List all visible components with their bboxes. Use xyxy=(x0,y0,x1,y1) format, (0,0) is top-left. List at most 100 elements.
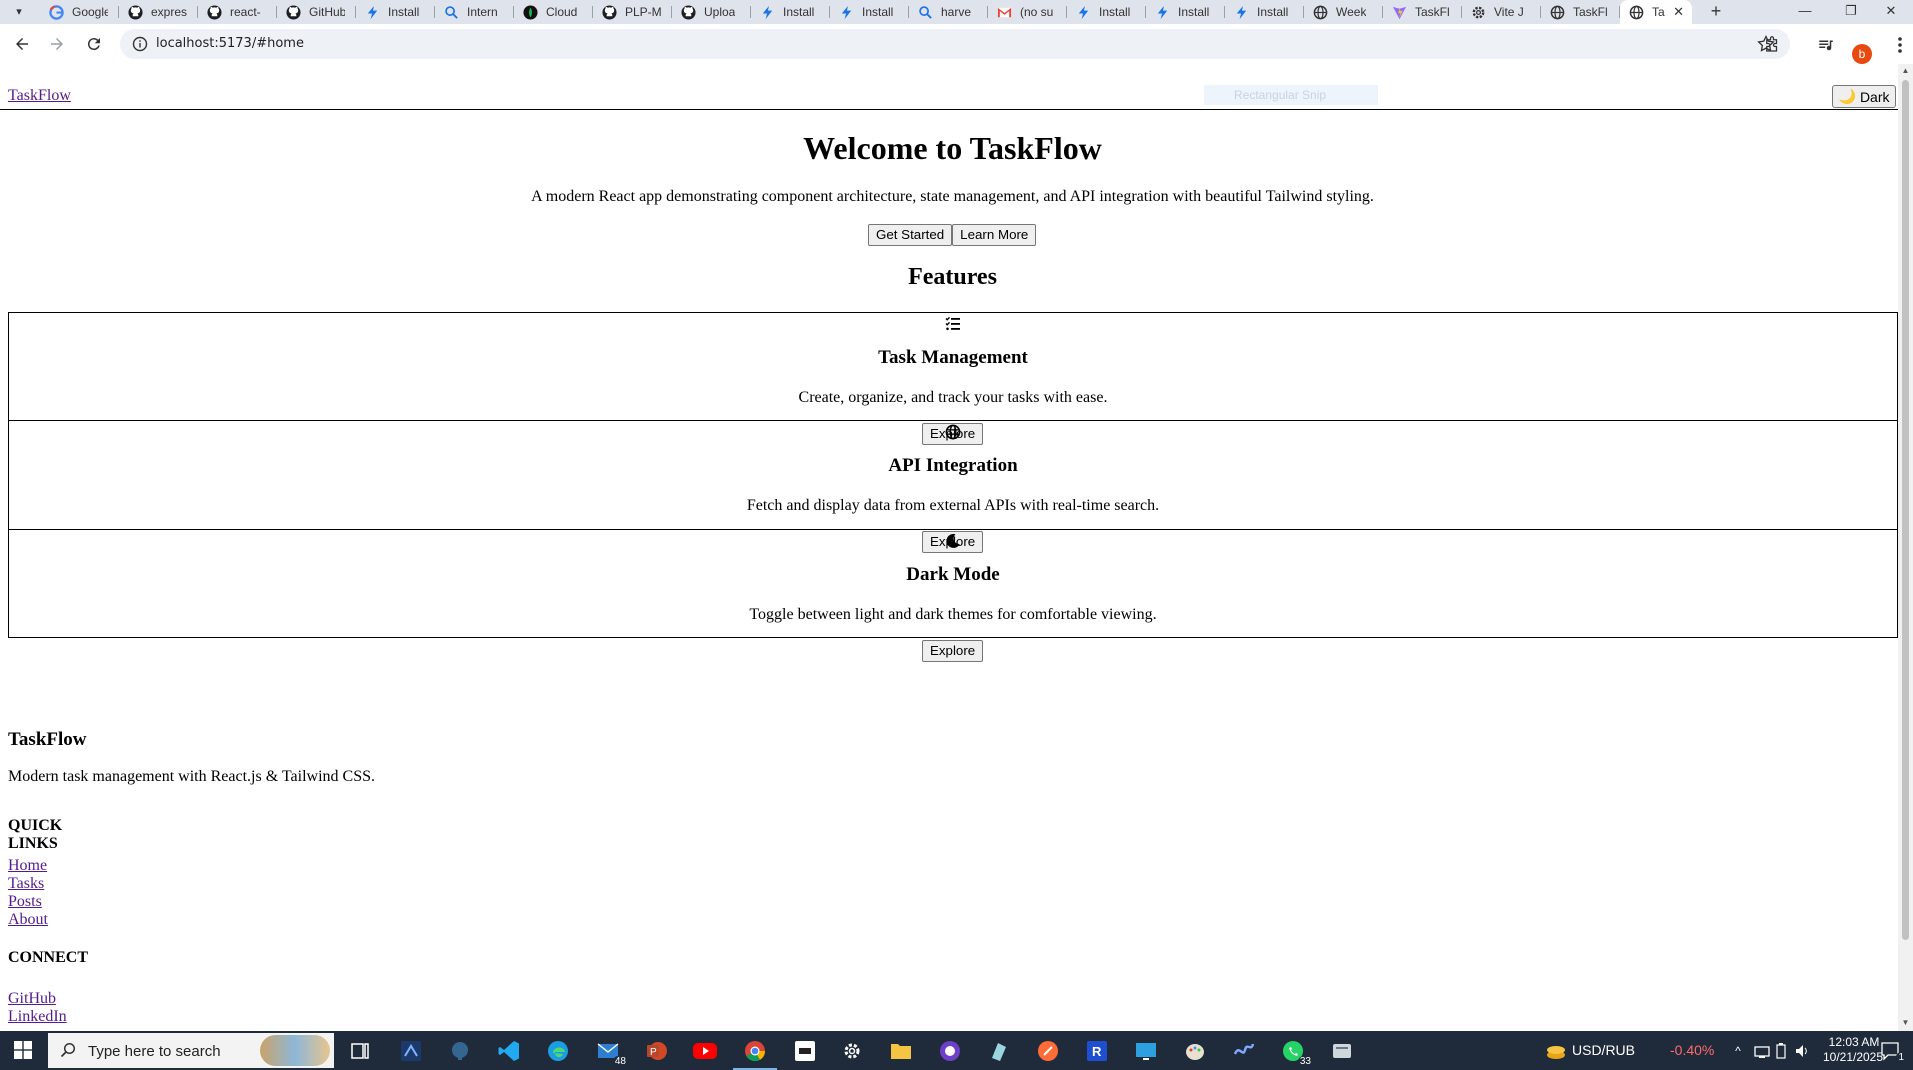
footer-link-github[interactable]: GitHub xyxy=(8,990,56,1008)
network-icon[interactable] xyxy=(1753,1039,1771,1063)
browser-tab[interactable]: TaskFl xyxy=(1541,0,1620,24)
browser-tab-title: Ta xyxy=(1652,5,1665,19)
browser-tab[interactable]: PLP-M xyxy=(593,0,672,24)
brand-link[interactable]: TaskFlow xyxy=(8,87,71,105)
clock-time[interactable]: 12:03 AM xyxy=(1824,1035,1884,1050)
browser-tab[interactable]: react- xyxy=(198,0,277,24)
youtube-icon[interactable] xyxy=(693,1039,717,1063)
footer-link-home[interactable]: Home xyxy=(8,857,47,875)
tray-overflow-chevron-icon[interactable]: ^ xyxy=(1731,1039,1745,1063)
explore-button-dark-mode[interactable]: Explore xyxy=(922,640,984,662)
browser-menu-button[interactable] xyxy=(1889,34,1911,56)
whatsapp-icon[interactable]: 33 xyxy=(1281,1039,1313,1067)
media-controls-button[interactable] xyxy=(1815,34,1837,56)
search-icon xyxy=(917,4,933,20)
reload-icon xyxy=(87,38,100,51)
browser-tab[interactable]: Install xyxy=(356,0,435,24)
tab-close-icon[interactable]: ✕ xyxy=(1673,5,1684,19)
tab-search-chevron-icon[interactable]: ▾ xyxy=(10,3,28,21)
get-started-button[interactable]: Get Started xyxy=(868,224,953,246)
browser-tab[interactable]: GitHub xyxy=(277,0,356,24)
chrome-icon[interactable] xyxy=(733,1039,777,1070)
vite-icon xyxy=(1391,4,1407,20)
notifications-icon[interactable]: 1 xyxy=(1878,1039,1906,1063)
github-desktop-icon[interactable] xyxy=(938,1039,962,1063)
app-icon-teal[interactable] xyxy=(987,1039,1011,1063)
taskbar-search-box[interactable]: Type here to search xyxy=(48,1033,334,1068)
app-icon-gray[interactable] xyxy=(1330,1039,1354,1063)
scrollbar-thumb[interactable] xyxy=(1902,80,1909,940)
browser-tab-active[interactable]: Ta ✕ xyxy=(1620,0,1692,24)
battery-icon[interactable] xyxy=(1774,1039,1788,1063)
browser-tab[interactable]: Uploa xyxy=(672,0,751,24)
page-scrollbar[interactable]: ▲ ▼ xyxy=(1898,64,1913,1031)
browser-tab[interactable]: express xyxy=(119,0,198,24)
browser-tab[interactable]: Install xyxy=(1225,0,1304,24)
reload-button[interactable] xyxy=(82,32,106,56)
footer-link-about[interactable]: About xyxy=(8,911,48,929)
powerpoint-icon[interactable]: P xyxy=(645,1039,669,1063)
tab-list: Google express react- GitHub Install Intern Cl… xyxy=(40,0,1692,24)
browser-tab[interactable]: Install xyxy=(1146,0,1225,24)
address-bar[interactable]: localhost:5173/#home xyxy=(120,29,1790,59)
browser-tab[interactable]: Week xyxy=(1304,0,1383,24)
browser-tab[interactable]: TaskFl xyxy=(1383,0,1462,24)
app-icon-blue[interactable] xyxy=(399,1039,423,1063)
github-icon xyxy=(127,4,143,20)
file-explorer-icon[interactable] xyxy=(889,1039,913,1063)
currency-change[interactable]: -0.40% xyxy=(1670,1042,1714,1058)
postman-icon[interactable] xyxy=(1036,1039,1060,1063)
browser-tab-title: Week xyxy=(1336,5,1367,19)
vscode-icon[interactable] xyxy=(497,1039,521,1063)
postgres-icon[interactable] xyxy=(448,1039,472,1063)
browser-tab[interactable]: Install xyxy=(1067,0,1146,24)
profile-avatar[interactable]: b xyxy=(1852,44,1872,64)
mail-icon[interactable]: 48 xyxy=(596,1039,628,1067)
dark-mode-toggle-label: Dark xyxy=(1859,88,1890,105)
browser-tab[interactable]: Vite J xyxy=(1462,0,1541,24)
browser-tab[interactable]: Intern xyxy=(435,0,514,24)
browser-tab-title: GitHub xyxy=(309,5,345,19)
app-header: TaskFlow Rectangular Snip 🌙 Dark xyxy=(0,64,1898,110)
footer-link-posts[interactable]: Posts xyxy=(8,893,42,911)
scroll-up-arrow-icon[interactable]: ▲ xyxy=(1901,66,1910,75)
volume-icon[interactable] xyxy=(1794,1039,1812,1063)
footer-link-linkedin[interactable]: LinkedIn xyxy=(8,1008,67,1026)
extensions-button[interactable] xyxy=(1761,34,1783,56)
paint-icon[interactable] xyxy=(1183,1039,1207,1063)
currency-pair[interactable]: USD/RUB xyxy=(1572,1042,1635,1058)
back-button[interactable] xyxy=(10,32,34,56)
app-icon-white[interactable] xyxy=(793,1039,817,1063)
site-info-icon[interactable] xyxy=(132,36,148,52)
restore-button[interactable]: ❐ xyxy=(1829,0,1873,24)
browser-tab[interactable]: Cloud xyxy=(514,0,593,24)
app-icon-r[interactable]: R xyxy=(1085,1039,1109,1063)
dark-mode-toggle-button[interactable]: 🌙 Dark xyxy=(1832,85,1896,108)
learn-more-button[interactable]: Learn More xyxy=(952,224,1037,246)
browser-tab[interactable]: Google xyxy=(40,0,119,24)
currency-widget-icon[interactable] xyxy=(1544,1039,1568,1063)
url-text[interactable]: localhost:5173/#home xyxy=(156,36,304,51)
new-tab-button[interactable]: + xyxy=(1705,1,1727,23)
browser-tab[interactable]: (no su xyxy=(988,0,1067,24)
scroll-down-arrow-icon[interactable]: ▼ xyxy=(1901,1018,1910,1027)
remote-desktop-icon[interactable] xyxy=(1134,1039,1158,1063)
window-close-button[interactable]: ✕ xyxy=(1869,0,1913,24)
app-icon-wave[interactable] xyxy=(1232,1039,1256,1063)
puzzle-icon xyxy=(1766,36,1778,52)
browser-tab[interactable]: Install xyxy=(751,0,830,24)
forward-button[interactable] xyxy=(45,32,69,56)
settings-gear-icon[interactable] xyxy=(840,1039,864,1063)
edge-icon[interactable] xyxy=(546,1039,570,1063)
search-icon xyxy=(60,1042,76,1058)
task-view-icon[interactable] xyxy=(348,1039,372,1063)
browser-tab[interactable]: harve xyxy=(909,0,988,24)
snip-overlay-ghost: Rectangular Snip xyxy=(1204,85,1378,105)
footer-link-tasks[interactable]: Tasks xyxy=(8,875,44,893)
hero-title: Welcome to TaskFlow xyxy=(803,130,1102,166)
browser-tab[interactable]: Install xyxy=(830,0,909,24)
windows-start-icon[interactable] xyxy=(14,1041,32,1059)
github-icon xyxy=(206,4,222,20)
bolt-icon xyxy=(1154,4,1170,20)
minimize-button[interactable]: — xyxy=(1783,0,1827,24)
